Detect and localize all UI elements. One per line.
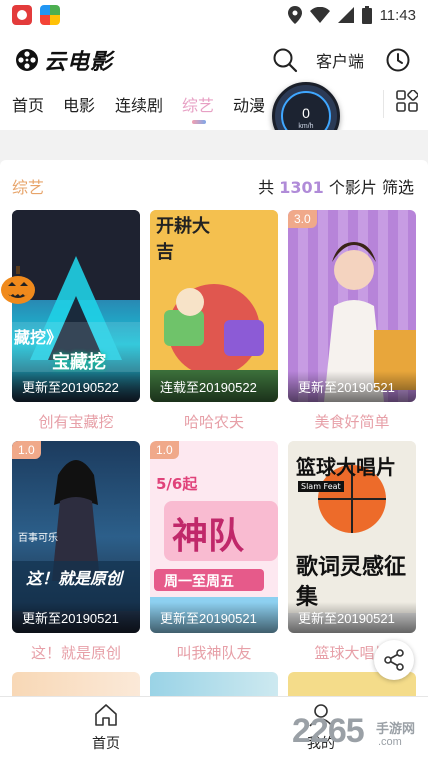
app-logo[interactable]: 云电影 [14, 44, 113, 76]
status-bar: 11:43 [0, 0, 428, 30]
video-poster-partial[interactable] [150, 672, 278, 696]
wifi-icon [309, 7, 330, 23]
app-header: 云电影 客户端 [0, 30, 428, 86]
video-title[interactable]: 创有宝藏挖 [12, 411, 140, 432]
filter-button[interactable]: 筛选 [382, 178, 414, 197]
video-poster[interactable]: 1.0 5/6起 神队 周一至周五 更新至20190521 [150, 441, 278, 633]
tab-home[interactable]: 首页 [12, 92, 44, 116]
location-icon [287, 6, 302, 24]
section-meta: 共 1301 个影片 筛选 [258, 174, 414, 198]
tab-series[interactable]: 连续剧 [115, 92, 163, 116]
signal-icon [337, 7, 354, 23]
poster-brand-text: 百事可乐 [18, 533, 58, 544]
count-prefix: 共 [258, 178, 275, 197]
notification-app-icon [12, 5, 32, 25]
clock-icon [386, 48, 410, 72]
poster-overlay-text-3: 周一至周五 [164, 574, 234, 590]
speed-unit: km/h [298, 123, 314, 130]
tab-movie[interactable]: 电影 [63, 92, 95, 116]
notification-app-icon-2 [40, 5, 60, 25]
update-label: 更新至20190522 [12, 371, 140, 402]
video-poster[interactable]: 篮球大唱片 Slam Feat 歌词灵感征集 更新至20190521 [288, 441, 416, 633]
film-reel-icon [16, 49, 38, 71]
update-label: 连载至20190522 [150, 371, 278, 402]
video-title[interactable]: 叫我神队友 [150, 642, 278, 663]
poster-overlay-text: 开耕大吉 [156, 216, 210, 263]
nav-home[interactable]: 首页 [76, 703, 136, 753]
video-poster[interactable]: 1.0 百事可乐 这！就是原创 更新至20190521 [12, 441, 140, 633]
tabs-divider [383, 90, 384, 118]
score-badge: 1.0 [12, 441, 41, 459]
search-icon [273, 48, 298, 73]
video-title[interactable]: 这！就是原创 [12, 642, 140, 663]
status-icons: 11:43 [287, 5, 416, 25]
update-label: 更新至20190521 [12, 602, 140, 633]
video-card[interactable]: 藏挖》 宝藏挖 更新至20190522 创有宝藏挖 [12, 210, 140, 432]
poster-overlay-text: 藏挖》 [14, 328, 63, 347]
video-card[interactable]: 1.0 百事可乐 这！就是原创 更新至20190521 这！就是原创 [12, 441, 140, 663]
score-badge: 3.0 [288, 210, 317, 228]
video-poster[interactable]: 藏挖》 宝藏挖 更新至20190522 [12, 210, 140, 402]
watermark-label: 手游网 [376, 722, 416, 737]
video-poster-partial[interactable] [12, 672, 140, 696]
poster-brand-text: Slam Feat [298, 481, 344, 492]
update-label: 更新至20190521 [288, 371, 416, 402]
history-button[interactable] [384, 46, 412, 74]
watermark-domain: .com [378, 736, 402, 748]
update-label: 更新至20190521 [150, 602, 278, 633]
pumpkin-decoration-icon [1, 266, 35, 304]
client-download-button[interactable]: 客户端 [316, 48, 364, 72]
video-count: 1301 [279, 178, 324, 197]
app-logo-text: 云电影 [44, 49, 114, 75]
update-label: 更新至20190521 [288, 602, 416, 633]
battery-icon [361, 6, 372, 24]
category-tabs: 首页 电影 连续剧 综艺 动漫 [0, 86, 428, 130]
search-button[interactable] [271, 46, 299, 74]
active-tab-indicator [192, 120, 206, 124]
tab-anime[interactable]: 动漫 [233, 92, 265, 116]
poster-overlay-text-2: 5/6起 [156, 475, 198, 493]
section-title: 综艺 [12, 178, 45, 197]
tab-variety[interactable]: 综艺 [182, 92, 214, 116]
video-title[interactable]: 哈哈农夫 [150, 411, 278, 432]
grid-icon [396, 89, 419, 112]
video-title[interactable]: 美食好简单 [288, 411, 416, 432]
video-card[interactable]: 开耕大吉 连载至20190522 哈哈农夫 [150, 210, 278, 432]
count-suffix: 个影片 [328, 178, 377, 197]
video-card[interactable]: 篮球大唱片 Slam Feat 歌词灵感征集 更新至20190521 篮球大唱片 [288, 441, 416, 663]
status-time: 11:43 [379, 6, 416, 24]
poster-overlay-text: 篮球大唱片 [296, 455, 396, 479]
speed-value: 0 [302, 105, 310, 121]
video-card[interactable]: 3.0 更新至20190521 美食好简单 [288, 210, 416, 432]
site-watermark: 2265 手游网 .com [292, 712, 424, 758]
nav-home-label: 首页 [92, 736, 120, 752]
share-button[interactable] [374, 640, 414, 680]
score-badge: 1.0 [150, 441, 179, 459]
poster-overlay-text: 神队 [172, 516, 245, 557]
video-card[interactable]: 1.0 5/6起 神队 周一至周五 更新至20190521 叫我神队友 [150, 441, 278, 663]
home-icon [95, 704, 117, 726]
all-categories-button[interactable] [396, 89, 419, 112]
video-poster[interactable]: 开耕大吉 连载至20190522 [150, 210, 278, 402]
watermark-number: 2265 [292, 712, 365, 750]
share-icon [384, 649, 404, 671]
poster-overlay-text: 这！就是原创 [26, 569, 123, 588]
video-poster[interactable]: 3.0 更新至20190521 [288, 210, 416, 402]
